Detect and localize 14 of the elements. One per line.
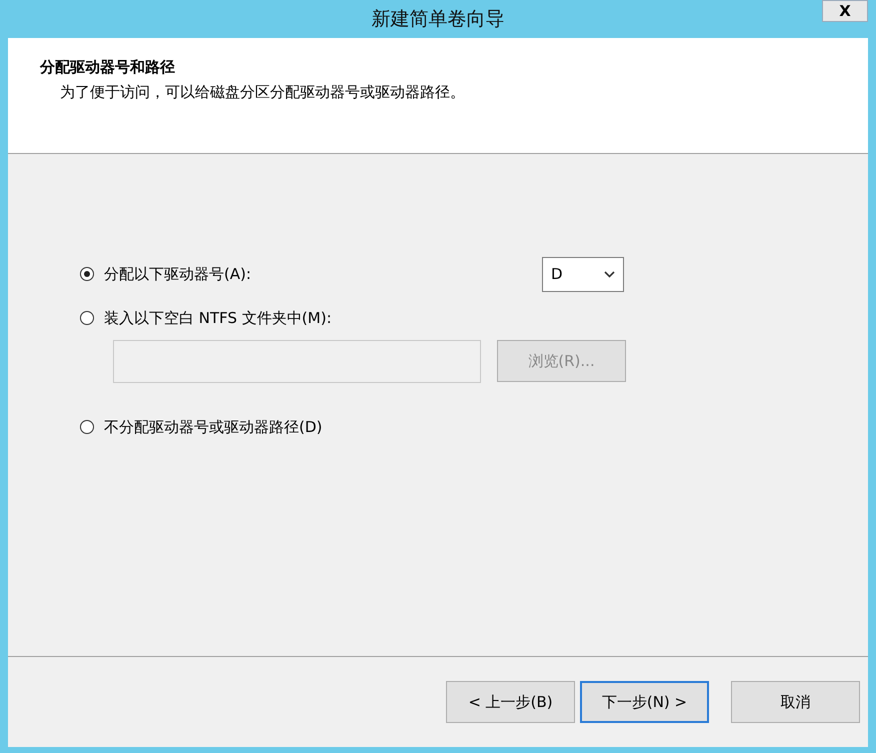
radio-button[interactable]	[80, 420, 94, 434]
close-button[interactable]: X	[822, 0, 868, 22]
window-title: 新建简单卷向导	[372, 7, 504, 32]
drive-letter-dropdown[interactable]: D	[542, 256, 624, 292]
back-button[interactable]: < 上一步(B)	[446, 681, 575, 723]
option-label: 分配以下驱动器号(A):	[104, 264, 252, 284]
page-description: 为了便于访问，可以给磁盘分区分配驱动器号或驱动器路径。	[59, 83, 466, 102]
option-label: 不分配驱动器号或驱动器路径(D)	[104, 418, 324, 436]
radio-button[interactable]	[80, 267, 94, 281]
page-title: 分配驱动器号和路径	[40, 58, 176, 77]
chevron-icon	[604, 270, 615, 278]
cancel-button[interactable]: 取消	[731, 681, 860, 723]
option-label: 装入以下空白 NTFS 文件夹中(M):	[104, 308, 333, 328]
next-button[interactable]: 下一步(N) >	[580, 681, 709, 723]
